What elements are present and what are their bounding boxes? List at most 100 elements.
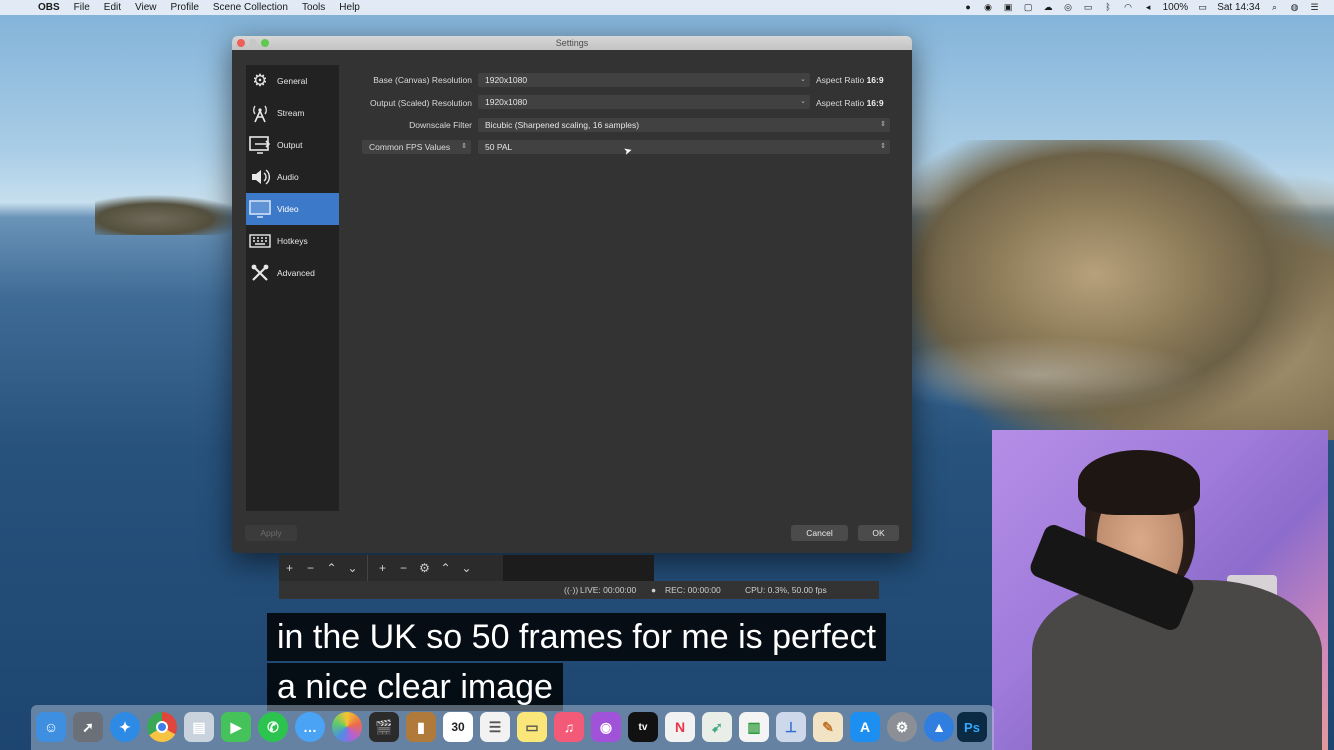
- numbers-icon[interactable]: ▥: [739, 712, 769, 742]
- spotlight-search-icon[interactable]: ⌕: [1269, 3, 1280, 12]
- sidebar-item-label: Video: [277, 204, 299, 214]
- menu-help[interactable]: Help: [339, 2, 360, 13]
- sidebar-item-stream[interactable]: Stream: [246, 97, 339, 129]
- remove-source-icon[interactable]: −: [393, 561, 414, 575]
- bluetooth-icon[interactable]: ᛒ: [1103, 3, 1114, 12]
- sidebar-item-output[interactable]: Output: [246, 129, 339, 161]
- wifi-icon[interactable]: ◠: [1123, 3, 1134, 12]
- final-cut-pro-icon[interactable]: 🎬: [369, 712, 399, 742]
- notebook-icon[interactable]: ▮: [406, 712, 436, 742]
- menu-scene-collection[interactable]: Scene Collection: [213, 2, 288, 13]
- move-up-icon[interactable]: ⌃: [321, 561, 342, 575]
- output-resolution-combo[interactable]: 1920x1080 ⌄: [478, 95, 810, 109]
- apply-button[interactable]: Apply: [245, 525, 297, 541]
- news-icon[interactable]: N: [665, 712, 695, 742]
- source-down-icon[interactable]: ⌄: [456, 561, 477, 575]
- airplay-icon[interactable]: ▭: [1083, 3, 1094, 12]
- zoom-button[interactable]: [261, 39, 269, 47]
- mixer-panel: [503, 555, 654, 581]
- photos-icon[interactable]: [332, 712, 362, 742]
- add-source-icon[interactable]: +: [372, 561, 393, 575]
- preview-icon[interactable]: ▤: [184, 712, 214, 742]
- base-resolution-combo[interactable]: 1920x1080 ⌄: [478, 73, 810, 87]
- app-status-icon[interactable]: ●: [963, 3, 974, 12]
- source-up-icon[interactable]: ⌃: [435, 561, 456, 575]
- cancel-button[interactable]: Cancel: [791, 525, 848, 541]
- minimize-button[interactable]: [249, 39, 257, 47]
- testflight-icon[interactable]: ▲: [924, 712, 954, 742]
- camera-icon[interactable]: ▣: [1003, 3, 1014, 12]
- pages-icon[interactable]: ✎: [813, 712, 843, 742]
- source-properties-icon[interactable]: ⚙: [414, 561, 435, 575]
- menu-view[interactable]: View: [135, 2, 157, 13]
- sidebar-item-label: Advanced: [277, 268, 315, 278]
- facetime-icon[interactable]: ▶: [221, 712, 251, 742]
- downscale-filter-value: Bicubic (Sharpened scaling, 16 samples): [485, 120, 640, 130]
- music-icon[interactable]: ♫: [554, 712, 584, 742]
- apple-tv-icon[interactable]: tv: [628, 712, 658, 742]
- maps-icon[interactable]: ➹: [702, 712, 732, 742]
- obs-scene-controls: + − ⌃ ⌄ + − ⚙ ⌃ ⌄: [279, 555, 654, 581]
- siri-icon[interactable]: ◍: [1289, 3, 1300, 12]
- battery-icon[interactable]: ▭: [1197, 3, 1208, 12]
- whatsapp-icon[interactable]: ✆: [258, 712, 288, 742]
- finder-icon[interactable]: ☺: [36, 712, 66, 742]
- volume-icon[interactable]: ◂: [1143, 3, 1154, 12]
- subtitle-line-2: a nice clear image: [267, 663, 563, 711]
- keyboard-icon: [249, 230, 271, 252]
- sidebar-item-label: Stream: [277, 108, 305, 118]
- base-aspect-prefix: Aspect Ratio: [816, 75, 865, 85]
- notification-center-icon[interactable]: ☰: [1309, 3, 1320, 12]
- sidebar-item-general[interactable]: ⚙ General: [246, 65, 339, 97]
- display-icon[interactable]: ▢: [1023, 3, 1034, 12]
- podcasts-icon[interactable]: ◉: [591, 712, 621, 742]
- dock: ☺ ➚ ✦ ▤ ▶ ✆ … 🎬 ▮ 30 ☰ ▭ ♫ ◉ tv N ➹ ▥ ⊥ …: [31, 705, 994, 750]
- system-preferences-icon[interactable]: ⚙: [887, 712, 917, 742]
- clock[interactable]: Sat 14:34: [1217, 2, 1260, 13]
- chrome-icon[interactable]: [147, 712, 177, 742]
- battery-percent: 100%: [1162, 2, 1189, 13]
- ok-button[interactable]: OK: [858, 525, 899, 541]
- record-dot-icon: ●: [651, 585, 657, 595]
- close-button[interactable]: [237, 39, 245, 47]
- window-title: Settings: [555, 38, 589, 48]
- launchpad-icon[interactable]: ➚: [73, 712, 103, 742]
- calendar-icon[interactable]: 30: [443, 712, 473, 742]
- safari-icon[interactable]: ✦: [110, 712, 140, 742]
- output-icon: [249, 134, 271, 156]
- sidebar-item-hotkeys[interactable]: Hotkeys: [246, 225, 339, 257]
- cpu-usage: CPU: 0.3%, 50.00 fps: [745, 585, 827, 595]
- app-menu[interactable]: OBS: [38, 2, 60, 13]
- updown-arrows-icon: ⇕: [880, 143, 886, 150]
- keynote-icon[interactable]: ⊥: [776, 712, 806, 742]
- window-titlebar[interactable]: Settings: [232, 36, 912, 50]
- fps-type-value: Common FPS Values: [369, 142, 451, 152]
- menu-tools[interactable]: Tools: [302, 2, 325, 13]
- subtitle-line-1: in the UK so 50 frames for me is perfect: [267, 613, 887, 661]
- output-aspect-ratio: Aspect Ratio 16:9: [816, 96, 884, 110]
- menu-file[interactable]: File: [74, 2, 90, 13]
- fps-value-select[interactable]: 50 PAL ⇕: [478, 140, 890, 154]
- messages-icon[interactable]: …: [295, 712, 325, 742]
- remove-scene-icon[interactable]: −: [300, 561, 321, 575]
- chevron-down-icon[interactable]: ⌄: [796, 95, 810, 109]
- updown-arrows-icon: ⇕: [880, 121, 886, 128]
- sidebar-item-label: General: [277, 76, 308, 86]
- notes-icon[interactable]: ▭: [517, 712, 547, 742]
- eye-icon[interactable]: ◎: [1063, 3, 1074, 12]
- menu-edit[interactable]: Edit: [104, 2, 121, 13]
- downscale-filter-select[interactable]: Bicubic (Sharpened scaling, 16 samples) …: [478, 118, 890, 132]
- sidebar-item-audio[interactable]: Audio: [246, 161, 339, 193]
- sidebar-item-video[interactable]: Video: [246, 193, 339, 225]
- reminders-icon[interactable]: ☰: [480, 712, 510, 742]
- move-down-icon[interactable]: ⌄: [342, 561, 363, 575]
- obs-status-icon[interactable]: ◉: [983, 3, 994, 12]
- photoshop-icon[interactable]: Ps: [957, 712, 987, 742]
- cloud-icon[interactable]: ☁: [1043, 3, 1054, 12]
- add-scene-icon[interactable]: +: [279, 561, 300, 575]
- menu-profile[interactable]: Profile: [171, 2, 199, 13]
- chevron-down-icon[interactable]: ⌄: [796, 73, 810, 87]
- fps-type-select[interactable]: Common FPS Values ⇕: [362, 140, 471, 154]
- sidebar-item-advanced[interactable]: Advanced: [246, 257, 339, 289]
- app-store-icon[interactable]: A: [850, 712, 880, 742]
